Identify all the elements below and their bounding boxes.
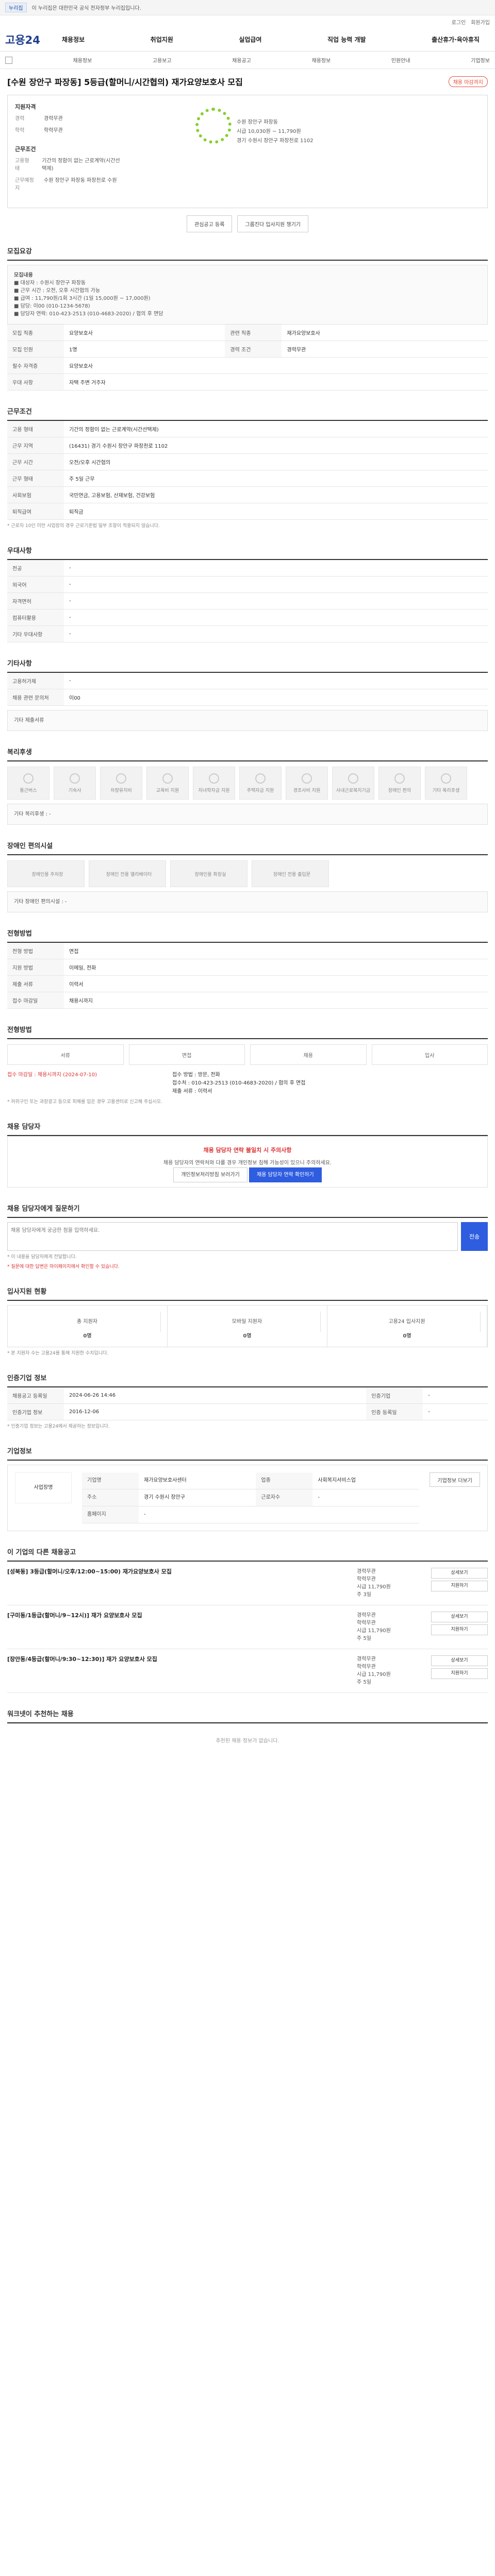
detail-button[interactable]: 상세보기 bbox=[431, 1568, 488, 1579]
sub-nav: 채용정보 고용보고 채용공고 채용정보 민원안내 기업정보 bbox=[0, 52, 495, 69]
nav-item[interactable]: 채용정보 bbox=[62, 35, 85, 44]
title-row: [수원 장안구 파장동] 5등급(할머니/시간협의) 재가요양보호사 모집 채용… bbox=[0, 69, 495, 88]
nav-item[interactable]: 취업지원 bbox=[151, 35, 173, 44]
privacy-button[interactable]: 개인정보처리방침 보러가기 bbox=[173, 1167, 248, 1182]
section-conditions: 근무조건 고용 형태 기간의 정함이 없는 근로계약(시간선택제) 근무 지역 (1… bbox=[7, 401, 488, 530]
wheelchair-icon bbox=[394, 773, 405, 784]
book-icon bbox=[162, 773, 173, 784]
page: 누리집 이 누리집은 대한민국 공식 전자정부 누리집입니다. 로그인 회원가입… bbox=[0, 0, 495, 1756]
welfare-item: 사내근로복지기금 bbox=[332, 767, 374, 800]
login-link[interactable]: 로그인 bbox=[452, 18, 466, 26]
summary-label: 근무조건 bbox=[15, 146, 36, 152]
subnav-item[interactable]: 채용공고 bbox=[232, 56, 251, 64]
header: 고용24 채용정보 취업지원 실업급여 직업 능력 개발 출산휴가·육아휴직 bbox=[0, 28, 495, 52]
list-item[interactable]: [장안동/4등급(할머니/9:30~12:30)] 재가 요양보호사 모집 경력… bbox=[7, 1649, 488, 1693]
welfare-item: 자녀학자금 지원 bbox=[193, 767, 235, 800]
section-recommend: 워크넷이 추천하는 채용 추천된 채용 정보가 없습니다. bbox=[7, 1703, 488, 1756]
step: 서류 bbox=[7, 1044, 124, 1065]
main-nav: 채용정보 취업지원 실업급여 직업 능력 개발 출산휴가·육아휴직 bbox=[62, 35, 490, 44]
page-title: [수원 장안구 파장동] 5등급(할머니/시간협의) 재가요양보호사 모집 bbox=[7, 77, 243, 87]
company-logo bbox=[195, 108, 232, 144]
bus-icon bbox=[23, 773, 34, 784]
send-button[interactable]: 전송 bbox=[461, 1222, 488, 1251]
nav-item[interactable]: 실업급여 bbox=[239, 35, 261, 44]
apply-button[interactable]: 지원하기 bbox=[431, 1581, 488, 1591]
home-icon bbox=[255, 773, 266, 784]
alert-icon: 채용 담당자 연락 불일치 시 주의사항 bbox=[203, 1147, 292, 1154]
section-disabled: 장애인 편의시설 장애인용 주차장 장애인 전용 엘리베이터 장애인용 화장실 … bbox=[7, 835, 488, 912]
step: 입사 bbox=[371, 1044, 488, 1065]
welfare-item: 경조사비 지원 bbox=[286, 767, 328, 800]
detail-button[interactable]: 상세보기 bbox=[431, 1655, 488, 1666]
conditions-table: 고용 형태 기간의 정함이 없는 근로계약(시간선택제) 근무 지역 (16431)… bbox=[7, 421, 488, 520]
company-more-button[interactable]: 기업정보 더보기 bbox=[430, 1472, 480, 1487]
summary-actions: 관심공고 등록 그룹진다 입사지원 챙기기 bbox=[7, 215, 488, 232]
house-icon bbox=[70, 773, 80, 784]
summary-card: 지원자격 경력 경력무관 학력 학력무관 근무조건 고용형태 기간의 정함이 없는 근… bbox=[7, 95, 488, 208]
section-contact: 채용 담당자 채용 담당자 연락 불일치 시 주의사항 채용 담당자의 연락처와… bbox=[7, 1116, 488, 1188]
company-logo: 사업장명 bbox=[15, 1472, 72, 1503]
car-icon bbox=[116, 773, 126, 784]
gov-banner: 누리집 이 누리집은 대한민국 공식 전자정부 누리집입니다. bbox=[0, 0, 495, 15]
section-company: 기업정보 사업장명 기업명 재가요양보호사센터 업종 사회복지서비스업 주소 경기 수원… bbox=[7, 1440, 488, 1531]
favorite-button[interactable]: 관심공고 등록 bbox=[187, 215, 233, 232]
gov-text: 이 누리집은 대한민국 공식 전자정부 누리집입니다. bbox=[31, 6, 141, 11]
summary-left: 지원자격 경력 경력무관 학력 학력무관 근무조건 고용형태 기간의 정함이 없는 근… bbox=[15, 103, 123, 200]
section-stats: 입사지원 현황 총 지원자 0명 모바일 지원자 0명 고용24 입사지원 0명 * … bbox=[7, 1281, 488, 1357]
etc-icon bbox=[441, 773, 451, 784]
subnav-item[interactable]: 민원안내 bbox=[391, 56, 410, 64]
logo[interactable]: 고용24 bbox=[5, 32, 62, 47]
gift-icon bbox=[302, 773, 312, 784]
summary-mid: 수원 장안구 파장동 시급 10,030원 ~ 11,790원 경기 수원시 장… bbox=[134, 103, 480, 200]
section-etc: 기타사항 고용허가제 - 채용 관련 문의처 이00 기타 제출서류 bbox=[7, 653, 488, 731]
home-icon[interactable] bbox=[5, 56, 12, 64]
fund-icon bbox=[348, 773, 358, 784]
welfare-item: 주택자금 지원 bbox=[239, 767, 282, 800]
welfare-item: 차량유지비 bbox=[100, 767, 142, 800]
section-question: 채용 담당자에게 질문하기 전송 * 이 내용을 담당자에게 전달합니다. * … bbox=[7, 1198, 488, 1270]
section-other-jobs: 이 기업의 다른 채용공고 [성북동] 3등급(할머니/오후/12:00~15:… bbox=[7, 1541, 488, 1693]
recruit-table: 모집 직종 요양보호사 관련 직종 재가요양보호사 모집 인원 1명 경력 조건 경력무관 … bbox=[7, 325, 488, 391]
section-prefer: 우대사항 전공 - 외국어 - 자격면허 - 컴퓨터활용 - 기타 우대사항 - bbox=[7, 540, 488, 642]
welfare-item: 교육비 지원 bbox=[146, 767, 189, 800]
subnav-item[interactable]: 기업정보 bbox=[471, 56, 490, 64]
nav-item[interactable]: 직업 능력 개발 bbox=[327, 35, 366, 44]
subnav-item[interactable]: 채용정보 bbox=[312, 56, 331, 64]
nav-item[interactable]: 출산휴가·육아휴직 bbox=[432, 35, 480, 44]
gov-tag[interactable]: 누리집 bbox=[5, 3, 27, 12]
contact-check-button[interactable]: 채용 담당자 연락 확인하기 bbox=[249, 1167, 322, 1182]
recruit-box: 모집내용 ■ 대상자 : 수원시 장안구 파장동 ■ 근무 시간 : 오전, 오… bbox=[7, 265, 488, 325]
section-cert: 인증기업 정보 채용공고 등록일 2024-06-26 14:46 인증기업 - 인증… bbox=[7, 1367, 488, 1430]
utility-bar: 로그인 회원가입 bbox=[0, 15, 495, 28]
list-item[interactable]: [구미동/1등급(할머니/9~12시)] 재가 요양보호사 모집 경력무관 학력무… bbox=[7, 1605, 488, 1649]
section-selection: 전형방법 전형 방법 면접 지원 방법 이메일, 전화 제출 서류 이력서 접수 마감… bbox=[7, 923, 488, 1009]
welfare-item: 기숙사 bbox=[54, 767, 96, 800]
detail-button[interactable]: 상세보기 bbox=[431, 1612, 488, 1622]
list-item[interactable]: [성북동] 3등급(할머니/오후/12:00~15:00) 재가요양보호사 모집… bbox=[7, 1562, 488, 1605]
section-recruit: 모집요강 모집내용 ■ 대상자 : 수원시 장안구 파장동 ■ 근무 시간 : … bbox=[7, 241, 488, 391]
welfare-item: 통근버스 bbox=[7, 767, 50, 800]
step: 면접 bbox=[128, 1044, 245, 1065]
summary-label: 지원자격 bbox=[15, 104, 36, 110]
apply-button[interactable]: 지원하기 bbox=[431, 1668, 488, 1679]
signup-link[interactable]: 회원가입 bbox=[471, 18, 490, 26]
status-badge: 채용 마감까지 bbox=[448, 76, 488, 87]
section-process: 전형방법 서류 면접 채용 입사 접수 마감일 : 채용시까지 (2024-07… bbox=[7, 1019, 488, 1106]
apply-button[interactable]: 그룹진다 입사지원 챙기기 bbox=[237, 215, 308, 232]
welfare-item: 기타 복리후생 bbox=[425, 767, 467, 800]
apply-button[interactable]: 지원하기 bbox=[431, 1624, 488, 1635]
question-input[interactable] bbox=[7, 1222, 458, 1251]
subnav-item[interactable]: 채용정보 bbox=[73, 56, 92, 64]
section-welfare: 복리후생 통근버스 기숙사 차량유지비 교육비 지원 자녀학자금 지원 주택자금… bbox=[7, 741, 488, 825]
summary-info: 수원 장안구 파장동 시급 10,030원 ~ 11,790원 경기 수원시 장… bbox=[237, 120, 314, 144]
subnav-item[interactable]: 고용보고 bbox=[153, 56, 172, 64]
child-icon bbox=[209, 773, 219, 784]
welfare-item: 장애인 편의 bbox=[378, 767, 421, 800]
step: 채용 bbox=[250, 1044, 367, 1065]
